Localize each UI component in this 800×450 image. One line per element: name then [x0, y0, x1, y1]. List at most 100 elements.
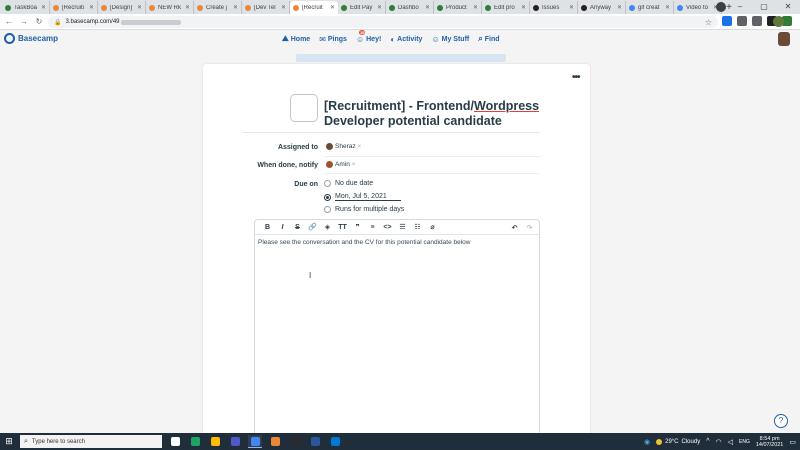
browser-tab[interactable]: Issues ✕: [530, 1, 578, 14]
nav-pings[interactable]: ✉ Pings: [319, 34, 347, 44]
undo-icon[interactable]: ↶: [507, 224, 522, 232]
browser-tab[interactable]: Create j ✕: [194, 1, 242, 14]
reload-icon[interactable]: ↻: [33, 17, 45, 26]
bulleted-list-icon[interactable]: ☰: [395, 223, 410, 231]
close-window-button[interactable]: ✕: [776, 0, 800, 14]
weather-widget[interactable]: 29°C Cloudy: [656, 438, 700, 445]
notify-chip[interactable]: Amin ×: [326, 161, 355, 168]
extension-icon[interactable]: [752, 16, 762, 26]
tray-app-icon[interactable]: ◉: [644, 438, 650, 446]
todo-complete-checkbox[interactable]: [290, 94, 318, 122]
tab-close-icon[interactable]: ✕: [665, 4, 670, 11]
attach-file-icon[interactable]: ⌀: [425, 223, 440, 231]
windows-start-icon[interactable]: ⊞: [0, 436, 18, 447]
bold-button[interactable]: B: [260, 224, 275, 231]
nav-find[interactable]: ⌕ Find: [478, 34, 499, 44]
browser-tab[interactable]: gif creat ✕: [626, 1, 674, 14]
extension-icon[interactable]: [737, 16, 747, 26]
notes-editor[interactable]: B I S 🔗 ◈ TT ❞ ≡ <> ☰ ☷ ⌀ ↶ ↷ Please see…: [254, 219, 540, 436]
tab-close-icon[interactable]: ✕: [233, 4, 238, 11]
todo-title[interactable]: [Recruitment] - Frontend/Wordpress Devel…: [324, 99, 564, 129]
strikethrough-button[interactable]: S: [290, 224, 305, 231]
nav-hey[interactable]: ☺ Hey! 15: [356, 30, 381, 44]
nav-my-stuff[interactable]: ☺ My Stuff: [431, 34, 469, 44]
link-icon[interactable]: 🔗: [305, 223, 320, 231]
due-option-date[interactable]: Mon, Jul 5, 2021: [324, 193, 401, 201]
tab-close-icon[interactable]: ✕: [377, 4, 382, 11]
taskbar-app-icon[interactable]: [188, 435, 202, 448]
tab-close-icon[interactable]: ✕: [330, 4, 335, 11]
browser-tab[interactable]: Product ✕: [434, 1, 482, 14]
redo-icon[interactable]: ↷: [522, 224, 537, 232]
wifi-icon[interactable]: ◠: [716, 438, 722, 446]
forward-icon[interactable]: →: [18, 17, 30, 26]
tab-close-icon[interactable]: ✕: [185, 4, 190, 11]
project-breadcrumb-bar[interactable]: [296, 54, 506, 62]
taskbar-app-icon[interactable]: [328, 435, 342, 448]
maximize-button[interactable]: ▢: [752, 0, 776, 14]
nav-activity[interactable]: ◐ Activity: [390, 34, 422, 44]
nav-home[interactable]: ⛰ Home: [282, 34, 310, 44]
due-option-multiple[interactable]: Runs for multiple days: [324, 206, 404, 213]
browser-tab[interactable]: TaskBoa ✕: [2, 1, 50, 14]
numbered-list-icon[interactable]: ☷: [410, 223, 425, 231]
taskbar-search-box[interactable]: ⌕ Type here to search: [20, 435, 162, 448]
tab-close-icon[interactable]: ✕: [281, 4, 286, 11]
remove-notify-icon[interactable]: ×: [352, 162, 356, 168]
bookmark-star-icon[interactable]: ☆: [705, 18, 712, 27]
language-indicator[interactable]: ENG: [739, 439, 750, 445]
user-avatar[interactable]: [778, 32, 790, 46]
tab-search-icon[interactable]: [716, 2, 726, 12]
remove-assignee-icon[interactable]: ×: [358, 144, 362, 150]
taskbar-app-icon[interactable]: [208, 435, 222, 448]
browser-tab[interactable]: Dashbo ✕: [386, 1, 434, 14]
notifications-icon[interactable]: ▭: [789, 438, 796, 446]
radio-no-due-date[interactable]: [324, 180, 331, 187]
heading-button[interactable]: TT: [335, 224, 350, 231]
tab-close-icon[interactable]: ✕: [617, 4, 622, 11]
back-icon[interactable]: ←: [3, 17, 15, 26]
tab-close-icon[interactable]: ✕: [41, 4, 46, 11]
text-color-icon[interactable]: ◈: [320, 223, 335, 231]
taskbar-app-icon[interactable]: [288, 435, 302, 448]
due-option-none[interactable]: No due date: [324, 180, 373, 187]
minimize-button[interactable]: –: [728, 0, 752, 14]
tab-close-icon[interactable]: ✕: [425, 4, 430, 11]
radio-specific-date[interactable]: [324, 193, 331, 201]
basecamp-logo[interactable]: Basecamp: [4, 33, 58, 44]
quote-icon[interactable]: ❞: [350, 223, 365, 231]
browser-menu-icon[interactable]: ⋮: [786, 15, 795, 26]
browser-tab[interactable]: Anyway ✕: [578, 1, 626, 14]
browser-tab[interactable]: [Dev Tel ✕: [242, 1, 290, 14]
taskbar-app-icon[interactable]: [268, 435, 282, 448]
notes-text[interactable]: Please see the conversation and the CV f…: [258, 239, 470, 246]
volume-icon[interactable]: ◁: [728, 438, 733, 446]
taskbar-app-icon[interactable]: [308, 435, 322, 448]
taskbar-app-icon[interactable]: [248, 435, 262, 448]
browser-profile-avatar[interactable]: [773, 16, 784, 27]
card-menu-button[interactable]: •••: [572, 72, 580, 83]
clock[interactable]: 8:54 pm 14/07/2021: [756, 436, 784, 448]
browser-tab[interactable]: Video to✕: [674, 1, 722, 14]
browser-tab[interactable]: NEW Rk ✕: [146, 1, 194, 14]
code-icon[interactable]: <>: [380, 224, 395, 231]
show-hidden-icons-chevron[interactable]: ^: [706, 438, 709, 445]
due-date-input[interactable]: Mon, Jul 5, 2021: [335, 193, 401, 201]
taskbar-app-icon[interactable]: [168, 435, 182, 448]
browser-tab[interactable]: [Recruiti ✕: [50, 1, 98, 14]
tab-close-icon[interactable]: ✕: [137, 4, 142, 11]
tab-close-icon[interactable]: ✕: [473, 4, 478, 11]
browser-tab[interactable]: [Design] ✕: [98, 1, 146, 14]
assignee-chip[interactable]: Sheraz ×: [326, 143, 361, 150]
browser-tab[interactable]: Edit Pay ✕: [338, 1, 386, 14]
tab-close-icon[interactable]: ✕: [521, 4, 526, 11]
browser-tab[interactable]: [Recruit ✕: [290, 1, 338, 14]
tab-close-icon[interactable]: ✕: [569, 4, 574, 11]
taskbar-app-icon[interactable]: [228, 435, 242, 448]
address-bar[interactable]: 🔒 3.basecamp.com/49 ☆: [48, 16, 718, 28]
browser-tab[interactable]: Edit pro ✕: [482, 1, 530, 14]
italic-button[interactable]: I: [275, 224, 290, 231]
extension-icon[interactable]: [722, 16, 732, 26]
radio-multiple-days[interactable]: [324, 206, 331, 213]
tab-close-icon[interactable]: ✕: [89, 4, 94, 11]
